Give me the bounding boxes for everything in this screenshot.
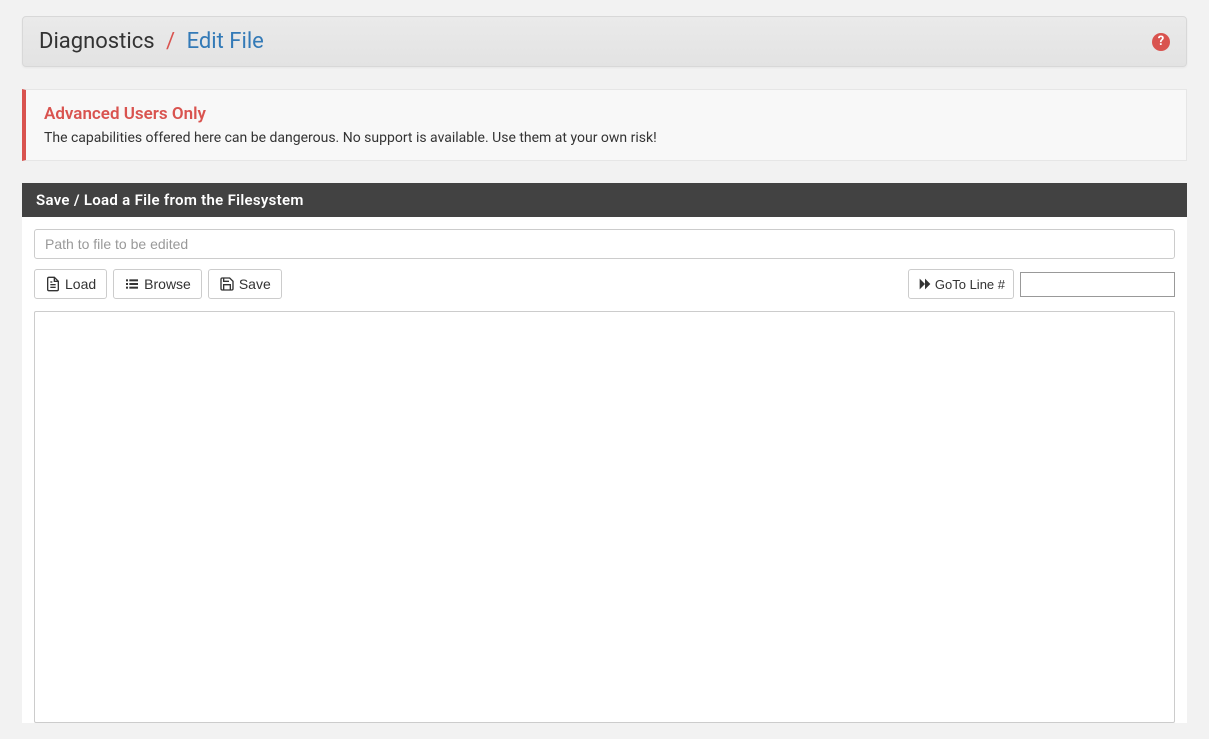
load-button[interactable]: Load xyxy=(34,269,107,299)
file-path-input[interactable] xyxy=(34,229,1175,259)
breadcrumb-header: Diagnostics / Edit File ? xyxy=(22,16,1187,67)
breadcrumb-parent: Diagnostics xyxy=(39,29,155,54)
toolbar-right: GoTo Line # xyxy=(908,269,1175,299)
save-button[interactable]: Save xyxy=(208,269,282,299)
load-button-label: Load xyxy=(65,276,96,292)
alert-advanced-users: Advanced Users Only The capabilities off… xyxy=(22,89,1187,161)
save-icon xyxy=(219,276,235,292)
alert-title: Advanced Users Only xyxy=(44,104,1168,124)
breadcrumb: Diagnostics / Edit File xyxy=(39,29,264,54)
toolbar-row: Load Br xyxy=(34,269,1175,299)
list-icon xyxy=(124,276,140,292)
panel-body: Load Br xyxy=(22,217,1187,723)
browse-button-label: Browse xyxy=(144,276,191,292)
help-icon[interactable]: ? xyxy=(1152,33,1170,51)
goto-line-label: GoTo Line # xyxy=(935,277,1005,292)
alert-body: The capabilities offered here can be dan… xyxy=(44,130,1168,146)
panel-header: Save / Load a File from the Filesystem xyxy=(22,183,1187,217)
file-editor-area[interactable] xyxy=(34,311,1175,723)
save-button-label: Save xyxy=(239,276,271,292)
goto-line-button[interactable]: GoTo Line # xyxy=(908,269,1014,299)
file-text-icon xyxy=(45,276,61,292)
toolbar-left: Load Br xyxy=(34,269,282,299)
goto-line-input[interactable] xyxy=(1020,272,1175,297)
forward-icon xyxy=(917,276,933,292)
browse-button[interactable]: Browse xyxy=(113,269,202,299)
file-panel: Save / Load a File from the Filesystem xyxy=(22,183,1187,723)
breadcrumb-separator: / xyxy=(166,29,175,54)
breadcrumb-current[interactable]: Edit File xyxy=(187,29,264,54)
